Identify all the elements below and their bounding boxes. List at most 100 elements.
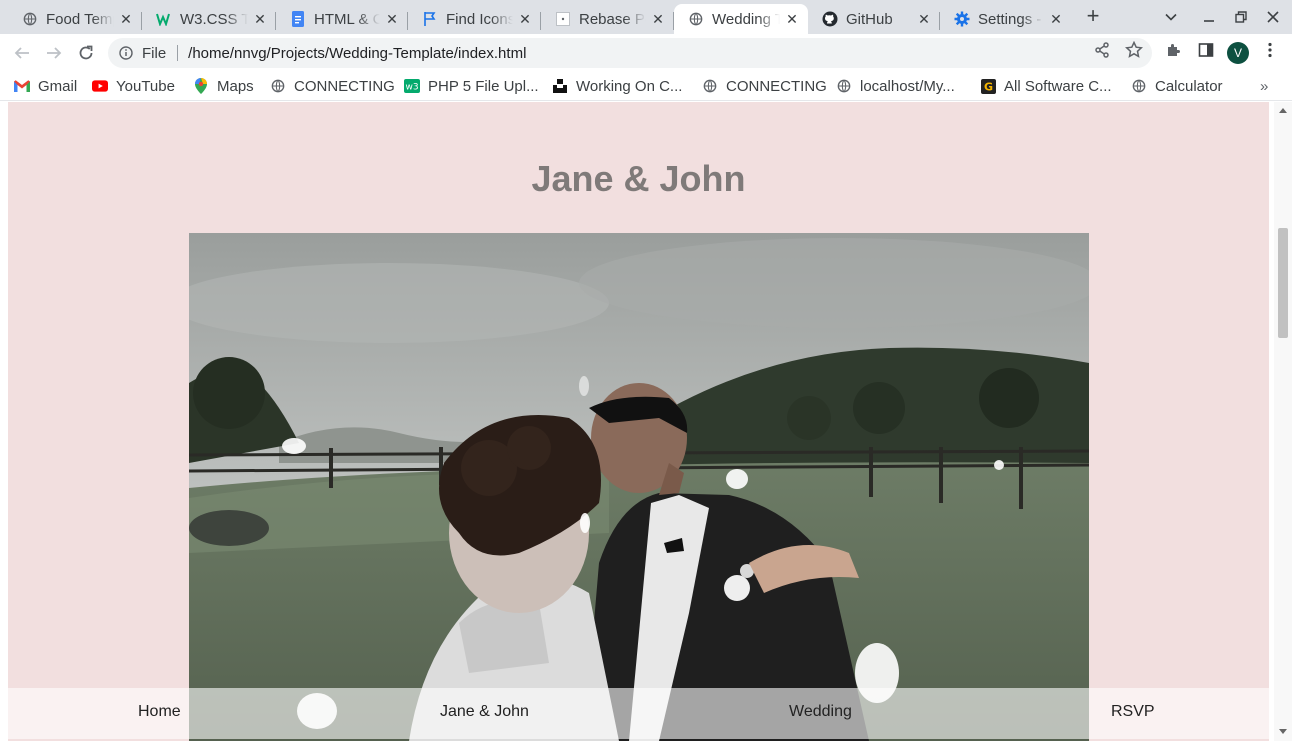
bookmark-label: CONNECTING xyxy=(294,77,395,95)
tab-w3css[interactable]: W3.CSS Templates ✕ xyxy=(142,4,276,34)
bookmark-maps[interactable]: Maps xyxy=(193,77,254,95)
window-close-icon[interactable] xyxy=(1262,6,1284,28)
bookmark-label: YouTube xyxy=(116,77,175,95)
flag-icon xyxy=(422,11,438,27)
close-icon[interactable]: ✕ xyxy=(384,11,400,27)
couple-names-heading: Jane & John xyxy=(531,158,746,199)
bookmark-calculator[interactable]: Calculator xyxy=(1131,77,1223,95)
new-tab-button[interactable]: + xyxy=(1082,5,1104,28)
google-docs-icon xyxy=(290,11,306,27)
reload-icon[interactable] xyxy=(76,43,96,63)
restore-icon[interactable] xyxy=(1230,6,1252,28)
globe-icon xyxy=(702,78,718,94)
maps-icon xyxy=(193,78,209,94)
svg-text:w3: w3 xyxy=(405,83,418,93)
bookmarks-bar: Gmail YouTube Maps CONNECTING w3 PHP 5 F… xyxy=(0,72,1292,101)
settings-gear-icon xyxy=(954,11,970,27)
nav-home-link[interactable]: Home xyxy=(138,703,181,721)
site-navbar: Home Jane & John Wedding RSVP xyxy=(8,688,1269,739)
back-icon[interactable] xyxy=(12,43,32,63)
globe-icon xyxy=(270,78,286,94)
bookmark-label: Working On C... xyxy=(576,77,683,95)
tab-strip: Food Template ✕ W3.CSS Templates ✕ HTML … xyxy=(0,0,1292,34)
unsplash-icon xyxy=(552,78,568,94)
bookmarks-overflow-button[interactable]: » xyxy=(1260,78,1268,95)
bookmark-label: localhost/My... xyxy=(860,77,955,95)
close-icon[interactable]: ✕ xyxy=(517,11,533,27)
tab-title: Wedding Template xyxy=(712,10,780,28)
bookmark-localhost[interactable]: localhost/My... xyxy=(836,77,955,95)
tab-rebase-pool[interactable]: Rebase Pool ✕ xyxy=(541,4,674,34)
svg-text:G: G xyxy=(983,80,992,93)
tab-title: Settings - Appearance xyxy=(978,10,1044,28)
couple-section: Jane & John xyxy=(8,102,1269,741)
close-icon[interactable]: ✕ xyxy=(252,11,268,27)
g-logo-icon: G xyxy=(980,78,996,94)
url-scheme-label: File xyxy=(142,44,167,62)
tab-wedding-template[interactable]: Wedding Template ✕ xyxy=(674,4,808,34)
bookmark-gmail[interactable]: Gmail xyxy=(14,77,77,95)
page-icon xyxy=(555,11,571,27)
close-icon[interactable]: ✕ xyxy=(916,11,932,27)
side-panel-icon[interactable] xyxy=(1197,41,1215,59)
tab-title: Find Icons xyxy=(446,10,513,28)
nav-rsvp-link[interactable]: RSVP xyxy=(1111,703,1155,721)
tab-food-template[interactable]: Food Template ✕ xyxy=(8,4,142,34)
page-viewport: Jane & John Home Jane & John Wedding RSV… xyxy=(0,102,1292,741)
nav-wedding-link[interactable]: Wedding xyxy=(789,703,852,721)
bookmark-label: PHP 5 File Upl... xyxy=(428,77,539,95)
close-icon[interactable]: ✕ xyxy=(118,11,134,27)
bookmark-all-software[interactable]: G All Software C... xyxy=(980,77,1112,95)
tab-title: Food Template xyxy=(46,10,114,28)
page-scrollbar[interactable] xyxy=(1274,102,1292,741)
url-text[interactable]: /home/nnvg/Projects/Wedding-Template/ind… xyxy=(188,45,526,62)
globe-icon xyxy=(688,11,704,27)
gmail-icon xyxy=(14,78,30,94)
scroll-down-icon[interactable] xyxy=(1279,729,1287,734)
bookmark-label: Calculator xyxy=(1155,77,1223,95)
tab-title: GitHub xyxy=(846,10,912,28)
bookmark-connecting-2[interactable]: CONNECTING xyxy=(702,77,827,95)
bookmark-youtube[interactable]: YouTube xyxy=(92,77,175,95)
w3schools-icon: w3 xyxy=(404,78,420,94)
tab-find-icons[interactable]: Find Icons ✕ xyxy=(408,4,541,34)
tab-title: HTML & CSS xyxy=(314,10,380,28)
tab-title: W3.CSS Templates xyxy=(180,10,248,28)
nav-couple-link[interactable]: Jane & John xyxy=(440,703,529,721)
scroll-up-icon[interactable] xyxy=(1279,108,1287,113)
globe-icon xyxy=(22,11,38,27)
tab-github[interactable]: GitHub ✕ xyxy=(808,4,940,34)
bookmark-label: Maps xyxy=(217,77,254,95)
forward-icon[interactable] xyxy=(44,43,64,63)
minimize-icon[interactable] xyxy=(1198,6,1220,28)
tab-settings[interactable]: Settings - Appearance ✕ xyxy=(940,4,1072,34)
tab-search-icon[interactable] xyxy=(1160,6,1182,28)
globe-icon xyxy=(1131,78,1147,94)
github-icon xyxy=(822,11,838,27)
browser-toolbar: File /home/nnvg/Projects/Wedding-Templat… xyxy=(0,34,1292,72)
bookmark-working-on[interactable]: Working On C... xyxy=(552,77,682,95)
scrollbar-thumb[interactable] xyxy=(1278,228,1288,338)
menu-kebab-icon[interactable] xyxy=(1261,41,1279,59)
tab-html-css[interactable]: HTML & CSS ✕ xyxy=(276,4,408,34)
globe-icon xyxy=(836,78,852,94)
close-icon[interactable]: ✕ xyxy=(650,11,666,27)
address-bar[interactable]: File /home/nnvg/Projects/Wedding-Templat… xyxy=(108,38,1152,68)
bookmark-label: CONNECTING xyxy=(726,77,827,95)
share-icon[interactable] xyxy=(1093,41,1111,59)
youtube-icon xyxy=(92,78,108,94)
bookmark-star-icon[interactable] xyxy=(1125,41,1143,59)
extensions-icon[interactable] xyxy=(1165,41,1183,59)
info-icon[interactable] xyxy=(118,45,134,61)
bookmark-label: Gmail xyxy=(38,77,78,95)
couple-photo xyxy=(189,233,1089,741)
tab-title: Rebase Pool xyxy=(579,10,646,28)
w3schools-icon xyxy=(156,11,172,27)
bookmark-php-upload[interactable]: w3 PHP 5 File Upl... xyxy=(404,77,539,95)
profile-avatar[interactable]: V xyxy=(1227,42,1249,64)
bookmark-label: All Software C... xyxy=(1004,77,1112,95)
address-divider xyxy=(177,45,179,61)
close-icon[interactable]: ✕ xyxy=(784,11,800,27)
close-icon[interactable]: ✕ xyxy=(1048,11,1064,27)
bookmark-connecting-1[interactable]: CONNECTING xyxy=(270,77,395,95)
